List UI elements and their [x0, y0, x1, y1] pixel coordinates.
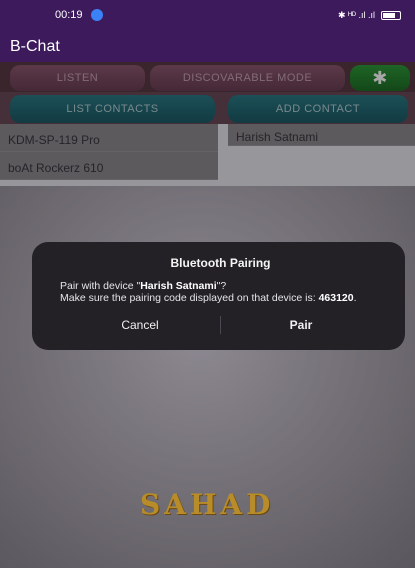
battery-icon: [381, 10, 401, 20]
signal-icons: ✱ ᴴᴰ .ıl .ıl: [338, 9, 375, 20]
sahad-logo: SAHAD: [140, 488, 275, 521]
app-title: B-Chat: [10, 38, 60, 55]
msg-line2-post: .: [353, 292, 357, 304]
pair-button[interactable]: Pair: [221, 314, 381, 336]
dialog-buttons: Cancel Pair: [60, 314, 381, 336]
status-indicators: ✱ ᴴᴰ .ıl .ıl: [338, 10, 401, 21]
pairing-code: 463120: [318, 292, 354, 304]
dialog-message: Pair with device "Harish Satnami"? Make …: [60, 280, 381, 304]
msg-line1-post: "?: [216, 280, 227, 292]
status-time: 00:19: [55, 9, 83, 21]
device-name: Harish Satnami: [140, 280, 217, 292]
app-bar: B-Chat: [0, 30, 415, 62]
msg-line1-pre: Pair with device ": [60, 280, 141, 292]
msg-line2: Make sure the pairing code displayed on …: [60, 292, 319, 304]
status-bar: 00:19 ✱ ᴴᴰ .ıl .ıl: [0, 0, 415, 30]
notification-icon: [90, 9, 103, 21]
bluetooth-pairing-dialog: Bluetooth Pairing Pair with device "Hari…: [32, 242, 405, 350]
dialog-title: Bluetooth Pairing: [170, 256, 271, 270]
cancel-button[interactable]: Cancel: [60, 314, 220, 336]
